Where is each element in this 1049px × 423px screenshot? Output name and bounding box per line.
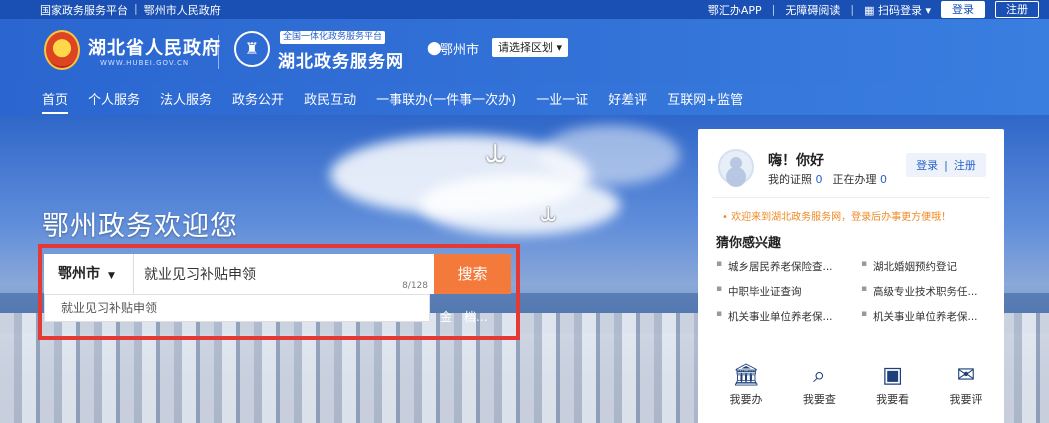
panel-auth-buttons: 登录 | 注册: [906, 153, 986, 177]
national-emblem-icon: [44, 30, 80, 70]
separator: |: [944, 158, 948, 172]
nav-item-legal[interactable]: 法人服务: [160, 89, 212, 108]
hot-search-list: 金 档...: [440, 308, 487, 325]
license-stat[interactable]: 我的证照 0: [768, 171, 823, 187]
processing-stat[interactable]: 正在办理 0: [833, 171, 888, 187]
quick-action-handle[interactable]: 🏛 我要办: [718, 361, 774, 407]
user-panel: 嗨！你好 我的证照 0 正在办理 0 登录 | 注册 • 欢迎来到湖北政务服务网…: [698, 129, 1004, 423]
processing-label: 正在办理: [832, 173, 877, 186]
link-ezhou-gov[interactable]: 鄂州市人民政府: [144, 2, 221, 18]
divider: [218, 35, 219, 69]
quick-action-query[interactable]: ⌕ 我要查: [791, 361, 847, 407]
crane-icon: ⥿: [540, 195, 556, 228]
interest-item[interactable]: 机关事业单位养老保...: [861, 309, 994, 324]
interest-title: 猜你感兴趣: [716, 236, 782, 251]
region-select-label: 请选择区划: [498, 41, 553, 54]
monitor-icon: ▣: [882, 363, 904, 388]
hot-search-item[interactable]: 档...: [464, 308, 487, 325]
interest-list: 城乡居民养老保险查... 湖北婚姻预约登记 中职毕业证查询 高级专业技术职务任.…: [716, 259, 994, 324]
nav-item-one-license[interactable]: 一业一证: [536, 89, 588, 108]
search-box: 鄂州市 ▼ 8/128: [44, 254, 436, 294]
scan-login-link[interactable]: ▦ 扫码登录 ▾: [864, 2, 931, 18]
separator: |: [771, 3, 776, 16]
divider: [712, 197, 990, 198]
nav-item-interaction[interactable]: 政民互动: [304, 89, 356, 108]
login-notice: • 欢迎来到湖北政务服务网，登录后办事更方便哦！: [722, 208, 951, 223]
top-register-button[interactable]: 注册: [995, 1, 1039, 18]
search-suggestion-item[interactable]: 就业见习补贴申领: [44, 294, 430, 322]
caret-down-icon: ▼: [108, 271, 115, 281]
interest-item[interactable]: 机关事业单位养老保...: [716, 309, 849, 324]
caret-down-icon: ▾: [556, 41, 563, 54]
qr-icon: ▦: [864, 3, 875, 17]
search-button[interactable]: 搜索: [434, 254, 511, 294]
header: 湖北省人民政府 WWW.HUBEI.GOV.CN ♜ 全国一体化政务服务平台 湖…: [0, 19, 1049, 83]
search-city-select[interactable]: 鄂州市 ▼: [44, 254, 134, 294]
nav-item-public[interactable]: 政务公开: [232, 89, 284, 108]
service-logo-icon: ♜: [234, 31, 270, 67]
search-input[interactable]: [144, 254, 434, 294]
quick-action-label: 我要查: [802, 393, 836, 406]
region-select[interactable]: 请选择区划 ▾: [492, 38, 569, 57]
bullet-icon: •: [722, 212, 728, 223]
scan-login-label: 扫码登录: [877, 3, 922, 17]
cloud: [420, 175, 620, 235]
nav-item-supervision[interactable]: 互联网+监管: [667, 89, 743, 108]
gov-url: WWW.HUBEI.GOV.CN: [100, 59, 190, 67]
link-national-platform[interactable]: 国家政务服务平台: [40, 2, 128, 18]
search-city-label: 鄂州市: [58, 266, 100, 282]
license-count: 0: [815, 173, 823, 186]
panel-login-button[interactable]: 登录: [916, 157, 938, 173]
interest-item[interactable]: 中职毕业证查询: [716, 284, 849, 299]
top-bar: 国家政务服务平台 | 鄂州市人民政府 鄂汇办APP | 无障碍阅读 | ▦ 扫码…: [0, 0, 1049, 19]
user-stats: 我的证照 0 正在办理 0: [768, 171, 887, 187]
quick-action-label: 我要看: [876, 393, 910, 406]
processing-count: 0: [880, 173, 887, 186]
avatar: [718, 149, 754, 185]
panel-register-button[interactable]: 注册: [954, 157, 976, 173]
nav-item-home[interactable]: 首页: [42, 89, 69, 114]
service-title[interactable]: 湖北政务服务网: [278, 47, 404, 72]
nav-item-one-thing[interactable]: 一事联办(一件事一次办): [376, 89, 516, 108]
login-notice-text: 欢迎来到湖北政务服务网，登录后办事更方便哦！: [731, 212, 952, 223]
license-label: 我的证照: [768, 173, 812, 186]
quick-action-evaluate[interactable]: ✉ 我要评: [938, 361, 994, 407]
chevron-down-icon: ▾: [925, 3, 931, 17]
welcome-heading: 鄂州政务欢迎您: [42, 211, 238, 242]
interest-item[interactable]: 高级专业技术职务任...: [861, 284, 994, 299]
crane-icon: ⥿: [485, 130, 506, 171]
chat-check-icon: ✉: [956, 363, 976, 388]
top-login-button[interactable]: 登录: [941, 1, 985, 18]
service-tag: 全国一体化政务服务平台: [280, 31, 386, 44]
nav-item-evaluation[interactable]: 好差评: [608, 89, 647, 108]
quick-action-view[interactable]: ▣ 我要看: [865, 361, 921, 407]
char-counter: 8/128: [402, 281, 428, 291]
app-link[interactable]: 鄂汇办APP: [708, 2, 762, 18]
accessibility-link[interactable]: 无障碍阅读: [785, 2, 840, 18]
quick-action-label: 我要评: [949, 393, 983, 406]
hot-search-item[interactable]: 金: [440, 308, 452, 325]
greeting: 嗨！你好: [768, 153, 824, 169]
quick-action-label: 我要办: [729, 393, 763, 406]
bank-icon: 🏛: [732, 363, 760, 388]
nav-item-personal[interactable]: 个人服务: [88, 89, 140, 108]
cloud: [540, 125, 680, 185]
gov-title[interactable]: 湖北省人民政府: [88, 34, 221, 60]
interest-item[interactable]: 城乡居民养老保险查...: [716, 259, 849, 274]
current-city: 鄂州市: [440, 43, 480, 58]
main-nav: 首页 个人服务 法人服务 政务公开 政民互动 一事联办(一件事一次办) 一业一证…: [0, 83, 1049, 115]
interest-item[interactable]: 湖北婚姻预约登记: [861, 259, 994, 274]
quick-actions: 🏛 我要办 ⌕ 我要查 ▣ 我要看 ✉ 我要评: [718, 361, 994, 407]
separator: |: [134, 2, 138, 15]
separator: |: [850, 3, 855, 16]
search-doc-icon: ⌕: [813, 363, 826, 388]
